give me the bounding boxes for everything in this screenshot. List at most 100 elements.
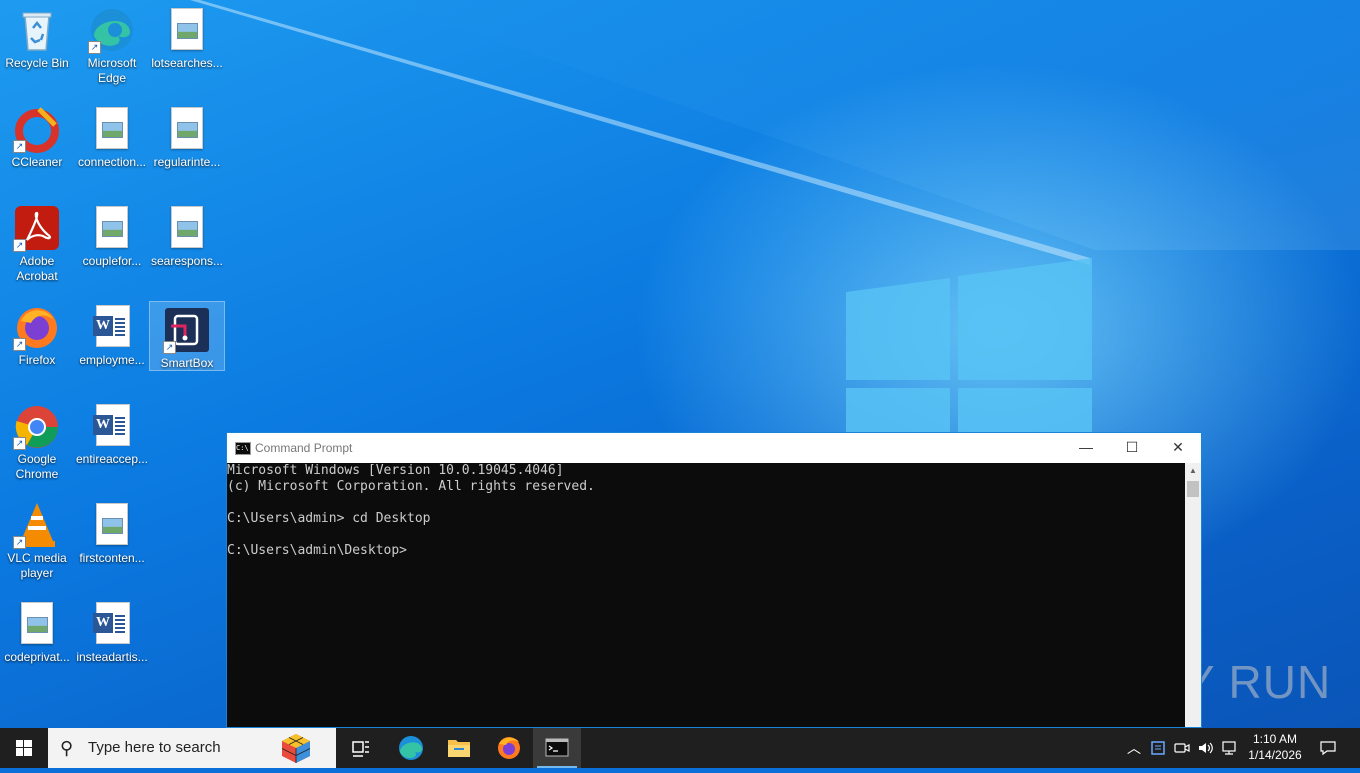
word-file-icon: W bbox=[88, 303, 136, 351]
vlc-icon: ↗ bbox=[13, 501, 61, 549]
desktop-icon-connection[interactable]: connection... bbox=[75, 101, 149, 191]
taskbar-edge[interactable] bbox=[387, 728, 435, 768]
desktop-icon-smartbox[interactable]: ↗ SmartBox bbox=[149, 301, 225, 371]
word-file-icon: W bbox=[88, 402, 136, 450]
firefox-icon bbox=[498, 737, 520, 759]
taskbar-search-box[interactable]: ⚲ Type here to search bbox=[48, 728, 336, 768]
network-icon bbox=[1222, 741, 1236, 755]
show-hidden-icons-button[interactable]: ︿ bbox=[1124, 728, 1144, 768]
action-center-button[interactable] bbox=[1312, 728, 1344, 768]
meet-now-button[interactable] bbox=[1172, 728, 1192, 768]
taskbar-firefox[interactable] bbox=[485, 728, 533, 768]
shortcut-arrow-icon: ↗ bbox=[13, 437, 26, 450]
start-button[interactable] bbox=[0, 728, 48, 768]
volume-button[interactable] bbox=[1196, 728, 1216, 768]
search-highlight-cube-icon bbox=[281, 734, 311, 763]
recycle-bin-icon bbox=[13, 6, 61, 54]
desktop-icon-employme[interactable]: W employme... bbox=[75, 299, 149, 389]
scroll-up-arrow-icon[interactable]: ▲ bbox=[1185, 463, 1201, 479]
firefox-icon: ↗ bbox=[13, 303, 61, 351]
icon-label: insteadartis... bbox=[76, 650, 148, 664]
maximize-button[interactable]: ☐ bbox=[1109, 433, 1155, 463]
desktop-icon-firstconten[interactable]: firstconten... bbox=[75, 497, 149, 587]
notification-icon bbox=[1320, 741, 1336, 756]
console-line: Microsoft Windows [Version 10.0.19045.40… bbox=[227, 463, 564, 478]
console-line: ​ bbox=[227, 495, 1185, 511]
desktop-icon-google-chrome[interactable]: ↗ Google Chrome bbox=[0, 398, 74, 488]
desktop-icon-recycle-bin[interactable]: Recycle Bin bbox=[0, 2, 74, 92]
taskbar-clock[interactable]: 1:10 AM 1/14/2026 bbox=[1240, 731, 1310, 763]
chevron-up-icon: ︿ bbox=[1127, 740, 1141, 756]
cmd-app-icon: C:\ bbox=[235, 442, 251, 455]
desktop-icon-firefox[interactable]: ↗ Firefox bbox=[0, 299, 74, 389]
shortcut-arrow-icon: ↗ bbox=[13, 338, 26, 351]
icon-label: couplefor... bbox=[82, 254, 142, 268]
icon-label: employme... bbox=[79, 353, 145, 367]
vertical-scrollbar[interactable]: ▲ bbox=[1185, 463, 1201, 727]
image-file-icon bbox=[88, 105, 136, 153]
console-output[interactable]: Microsoft Windows [Version 10.0.19045.40… bbox=[227, 463, 1185, 727]
clock-time: 1:10 AM bbox=[1252, 732, 1298, 746]
icon-label: codeprivat... bbox=[4, 650, 70, 664]
image-file-icon bbox=[163, 204, 211, 252]
clock-date: 1/14/2026 bbox=[1248, 748, 1302, 762]
close-button[interactable]: ✕ bbox=[1155, 433, 1201, 463]
search-icon: ⚲ bbox=[60, 738, 74, 758]
shortcut-arrow-icon: ↗ bbox=[13, 239, 26, 252]
speaker-icon bbox=[1199, 742, 1213, 754]
desktop-icon-adobe-acrobat[interactable]: ↗ Adobe Acrobat bbox=[0, 200, 74, 290]
icon-label: regularinte... bbox=[153, 155, 221, 169]
desktop-icon-entireaccep[interactable]: W entireaccep... bbox=[75, 398, 149, 488]
icon-label: Adobe Acrobat bbox=[16, 254, 58, 283]
desktop-icon-insteadartis[interactable]: W insteadartis... bbox=[75, 596, 149, 686]
camera-icon bbox=[1174, 743, 1190, 753]
icon-label: firstconten... bbox=[79, 551, 145, 565]
task-view-button[interactable] bbox=[336, 728, 384, 768]
icon-label: SmartBox bbox=[160, 356, 214, 370]
tray-app-icon[interactable] bbox=[1148, 728, 1168, 768]
console-line: C:\Users\admin> cd Desktop bbox=[227, 511, 431, 526]
desktop-icon-ccleaner[interactable]: ↗ CCleaner bbox=[0, 101, 74, 191]
icon-label: searespons... bbox=[150, 254, 224, 268]
icon-label: Firefox bbox=[18, 353, 56, 367]
acrobat-icon: ↗ bbox=[13, 204, 61, 252]
shortcut-arrow-icon: ↗ bbox=[88, 41, 101, 54]
ccleaner-icon: ↗ bbox=[13, 105, 61, 153]
desktop-icon-microsoft-edge[interactable]: ↗ Microsoft Edge bbox=[75, 2, 149, 92]
desktop-icon-searespons[interactable]: searespons... bbox=[150, 200, 224, 290]
image-file-icon bbox=[163, 6, 211, 54]
desktop-icon-couplefor[interactable]: couplefor... bbox=[75, 200, 149, 290]
command-prompt-window[interactable]: C:\ Command Prompt — ☐ ✕ Microsoft Windo… bbox=[226, 432, 1202, 728]
desktop-icon-lotsearches[interactable]: lotsearches... bbox=[150, 2, 224, 92]
cmd-app-icon bbox=[545, 738, 569, 757]
icon-label: lotsearches... bbox=[151, 56, 223, 70]
icon-label: VLC media player bbox=[7, 551, 67, 580]
window-titlebar[interactable]: C:\ Command Prompt — ☐ ✕ bbox=[227, 433, 1201, 463]
console-line: (c) Microsoft Corporation. All rights re… bbox=[227, 479, 595, 494]
desktop-icon-regularinte[interactable]: regularinte... bbox=[150, 101, 224, 191]
notepad-tray-icon bbox=[1151, 741, 1165, 755]
console-prompt-line: C:\Users\admin\Desktop> bbox=[227, 543, 408, 558]
desktop-icon-vlc[interactable]: ↗ VLC media player bbox=[0, 497, 74, 587]
word-file-icon: W bbox=[88, 600, 136, 648]
windows-logo-icon bbox=[16, 740, 32, 756]
minimize-button[interactable]: — bbox=[1063, 433, 1109, 463]
task-view-icon bbox=[352, 741, 369, 757]
image-file-icon bbox=[163, 105, 211, 153]
shortcut-arrow-icon: ↗ bbox=[13, 140, 26, 153]
shortcut-arrow-icon: ↗ bbox=[163, 341, 176, 354]
taskbar-file-explorer[interactable] bbox=[435, 728, 483, 768]
icon-label: Microsoft Edge bbox=[87, 56, 137, 85]
console-line: ​ bbox=[227, 527, 1185, 543]
edge-icon: ↗ bbox=[88, 6, 136, 54]
taskbar-command-prompt[interactable] bbox=[533, 728, 581, 768]
image-file-icon bbox=[13, 600, 61, 648]
desktop-icon-codeprivat[interactable]: codeprivat... bbox=[0, 596, 74, 686]
icon-label: entireaccep... bbox=[75, 452, 149, 466]
scrollbar-thumb[interactable] bbox=[1187, 481, 1199, 497]
smartbox-icon: ↗ bbox=[163, 306, 211, 354]
window-title: Command Prompt bbox=[255, 441, 353, 455]
icon-label: Google Chrome bbox=[15, 452, 59, 481]
image-file-icon bbox=[88, 204, 136, 252]
network-button[interactable] bbox=[1220, 728, 1240, 768]
